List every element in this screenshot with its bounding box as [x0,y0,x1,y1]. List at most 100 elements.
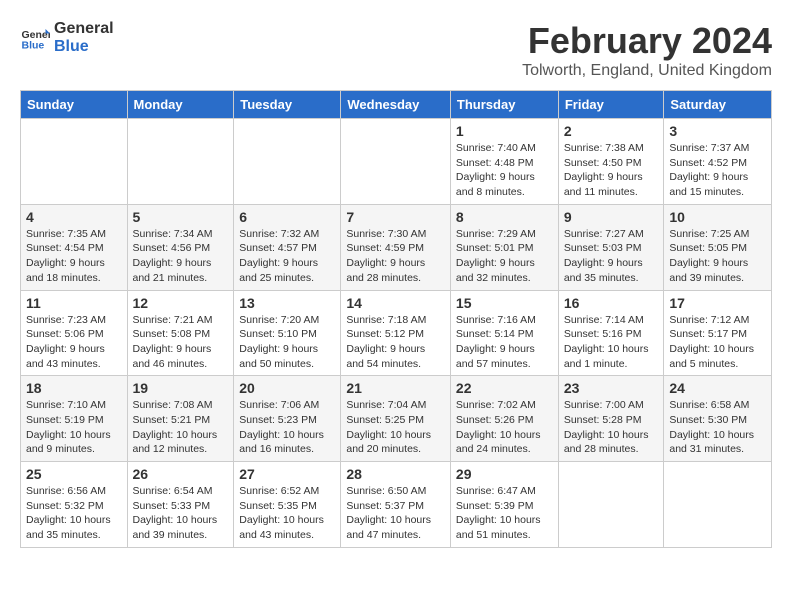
day-header-saturday: Saturday [664,91,772,119]
day-number: 10 [669,209,766,225]
day-info: Sunrise: 7:40 AM Sunset: 4:48 PM Dayligh… [456,141,553,200]
day-info: Sunrise: 7:30 AM Sunset: 4:59 PM Dayligh… [346,227,445,286]
day-info: Sunrise: 7:16 AM Sunset: 5:14 PM Dayligh… [456,313,553,372]
day-header-monday: Monday [127,91,234,119]
day-number: 4 [26,209,122,225]
calendar-cell: 20Sunrise: 7:06 AM Sunset: 5:23 PM Dayli… [234,376,341,462]
title-block: February 2024 Tolworth, England, United … [522,20,772,80]
day-number: 22 [456,380,553,396]
day-number: 13 [239,295,335,311]
calendar-cell: 5 Sunrise: 7:34 AM Sunset: 4:56 PM Daylig… [127,204,234,290]
day-info: Sunrise: 7:25 AM Sunset: 5:05 PM Dayligh… [669,227,766,286]
day-info: Sunrise: 6:54 AM Sunset: 5:33 PM Dayligh… [133,484,229,543]
calendar-week-2: 4 Sunrise: 7:35 AM Sunset: 4:54 PM Daylig… [21,204,772,290]
calendar-cell [127,119,234,205]
day-header-wednesday: Wednesday [341,91,451,119]
day-info: Sunrise: 7:18 AM Sunset: 5:12 PM Dayligh… [346,313,445,372]
day-info: Sunrise: 7:34 AM Sunset: 4:56 PM Dayligh… [133,227,229,286]
logo-icon: General Blue [20,23,50,53]
day-number: 27 [239,466,335,482]
day-number: 12 [133,295,229,311]
day-number: 11 [26,295,122,311]
day-number: 3 [669,123,766,139]
day-number: 7 [346,209,445,225]
location: Tolworth, England, United Kingdom [522,62,772,80]
calendar-cell: 26 Sunrise: 6:54 AM Sunset: 5:33 PM Dayli… [127,462,234,548]
calendar-week-1: 1 Sunrise: 7:40 AM Sunset: 4:48 PM Daylig… [21,119,772,205]
day-header-friday: Friday [558,91,664,119]
day-info: Sunrise: 6:50 AM Sunset: 5:37 PM Dayligh… [346,484,445,543]
day-number: 14 [346,295,445,311]
day-header-tuesday: Tuesday [234,91,341,119]
day-info: Sunrise: 6:52 AM Sunset: 5:35 PM Dayligh… [239,484,335,543]
calendar-cell: 9Sunrise: 7:27 AM Sunset: 5:03 PM Daylig… [558,204,664,290]
calendar-cell: 29Sunrise: 6:47 AM Sunset: 5:39 PM Dayli… [450,462,558,548]
calendar-header-row: SundayMondayTuesdayWednesdayThursdayFrid… [21,91,772,119]
calendar-cell [21,119,128,205]
day-number: 15 [456,295,553,311]
day-number: 21 [346,380,445,396]
day-info: Sunrise: 7:38 AM Sunset: 4:50 PM Dayligh… [564,141,659,200]
day-info: Sunrise: 7:27 AM Sunset: 5:03 PM Dayligh… [564,227,659,286]
day-number: 20 [239,380,335,396]
day-info: Sunrise: 7:02 AM Sunset: 5:26 PM Dayligh… [456,398,553,457]
calendar-cell [664,462,772,548]
day-number: 2 [564,123,659,139]
calendar-cell: 7 Sunrise: 7:30 AM Sunset: 4:59 PM Daylig… [341,204,451,290]
calendar-cell: 10 Sunrise: 7:25 AM Sunset: 5:05 PM Dayli… [664,204,772,290]
calendar-table: SundayMondayTuesdayWednesdayThursdayFrid… [20,90,772,548]
day-info: Sunrise: 6:58 AM Sunset: 5:30 PM Dayligh… [669,398,766,457]
calendar-cell: 19 Sunrise: 7:08 AM Sunset: 5:21 PM Dayli… [127,376,234,462]
day-number: 18 [26,380,122,396]
calendar-cell: 28 Sunrise: 6:50 AM Sunset: 5:37 PM Dayli… [341,462,451,548]
day-number: 16 [564,295,659,311]
calendar-cell: 17 Sunrise: 7:12 AM Sunset: 5:17 PM Dayli… [664,290,772,376]
day-info: Sunrise: 7:10 AM Sunset: 5:19 PM Dayligh… [26,398,122,457]
day-info: Sunrise: 7:20 AM Sunset: 5:10 PM Dayligh… [239,313,335,372]
day-number: 28 [346,466,445,482]
day-number: 17 [669,295,766,311]
day-number: 26 [133,466,229,482]
calendar-cell: 13 Sunrise: 7:20 AM Sunset: 5:10 PM Dayli… [234,290,341,376]
day-info: Sunrise: 6:56 AM Sunset: 5:32 PM Dayligh… [26,484,122,543]
calendar-cell: 8 Sunrise: 7:29 AM Sunset: 5:01 PM Daylig… [450,204,558,290]
calendar-week-5: 25Sunrise: 6:56 AM Sunset: 5:32 PM Dayli… [21,462,772,548]
calendar-cell: 11 Sunrise: 7:23 AM Sunset: 5:06 PM Dayli… [21,290,128,376]
calendar-cell: 6 Sunrise: 7:32 AM Sunset: 4:57 PM Daylig… [234,204,341,290]
day-info: Sunrise: 7:00 AM Sunset: 5:28 PM Dayligh… [564,398,659,457]
day-info: Sunrise: 7:37 AM Sunset: 4:52 PM Dayligh… [669,141,766,200]
day-number: 6 [239,209,335,225]
calendar-cell: 23 Sunrise: 7:00 AM Sunset: 5:28 PM Dayli… [558,376,664,462]
day-number: 29 [456,466,553,482]
calendar-cell [558,462,664,548]
calendar-week-3: 11 Sunrise: 7:23 AM Sunset: 5:06 PM Dayli… [21,290,772,376]
page-header: General Blue General Blue February 2024 … [20,20,772,80]
day-number: 1 [456,123,553,139]
month-title: February 2024 [522,20,772,62]
day-info: Sunrise: 7:29 AM Sunset: 5:01 PM Dayligh… [456,227,553,286]
day-info: Sunrise: 7:21 AM Sunset: 5:08 PM Dayligh… [133,313,229,372]
calendar-cell: 16 Sunrise: 7:14 AM Sunset: 5:16 PM Dayli… [558,290,664,376]
day-info: Sunrise: 7:08 AM Sunset: 5:21 PM Dayligh… [133,398,229,457]
day-info: Sunrise: 7:32 AM Sunset: 4:57 PM Dayligh… [239,227,335,286]
day-info: Sunrise: 7:12 AM Sunset: 5:17 PM Dayligh… [669,313,766,372]
day-number: 19 [133,380,229,396]
day-info: Sunrise: 7:23 AM Sunset: 5:06 PM Dayligh… [26,313,122,372]
day-info: Sunrise: 7:35 AM Sunset: 4:54 PM Dayligh… [26,227,122,286]
calendar-cell: 27 Sunrise: 6:52 AM Sunset: 5:35 PM Dayli… [234,462,341,548]
day-number: 5 [133,209,229,225]
day-header-thursday: Thursday [450,91,558,119]
day-number: 8 [456,209,553,225]
calendar-cell: 21Sunrise: 7:04 AM Sunset: 5:25 PM Dayli… [341,376,451,462]
calendar-cell: 14 Sunrise: 7:18 AM Sunset: 5:12 PM Dayli… [341,290,451,376]
day-number: 24 [669,380,766,396]
day-header-sunday: Sunday [21,91,128,119]
day-number: 23 [564,380,659,396]
calendar-week-4: 18 Sunrise: 7:10 AM Sunset: 5:19 PM Dayli… [21,376,772,462]
day-info: Sunrise: 7:14 AM Sunset: 5:16 PM Dayligh… [564,313,659,372]
calendar-cell [234,119,341,205]
logo-text-line2: Blue [54,38,114,56]
calendar-cell [341,119,451,205]
calendar-cell: 18 Sunrise: 7:10 AM Sunset: 5:19 PM Dayli… [21,376,128,462]
calendar-cell: 22 Sunrise: 7:02 AM Sunset: 5:26 PM Dayli… [450,376,558,462]
